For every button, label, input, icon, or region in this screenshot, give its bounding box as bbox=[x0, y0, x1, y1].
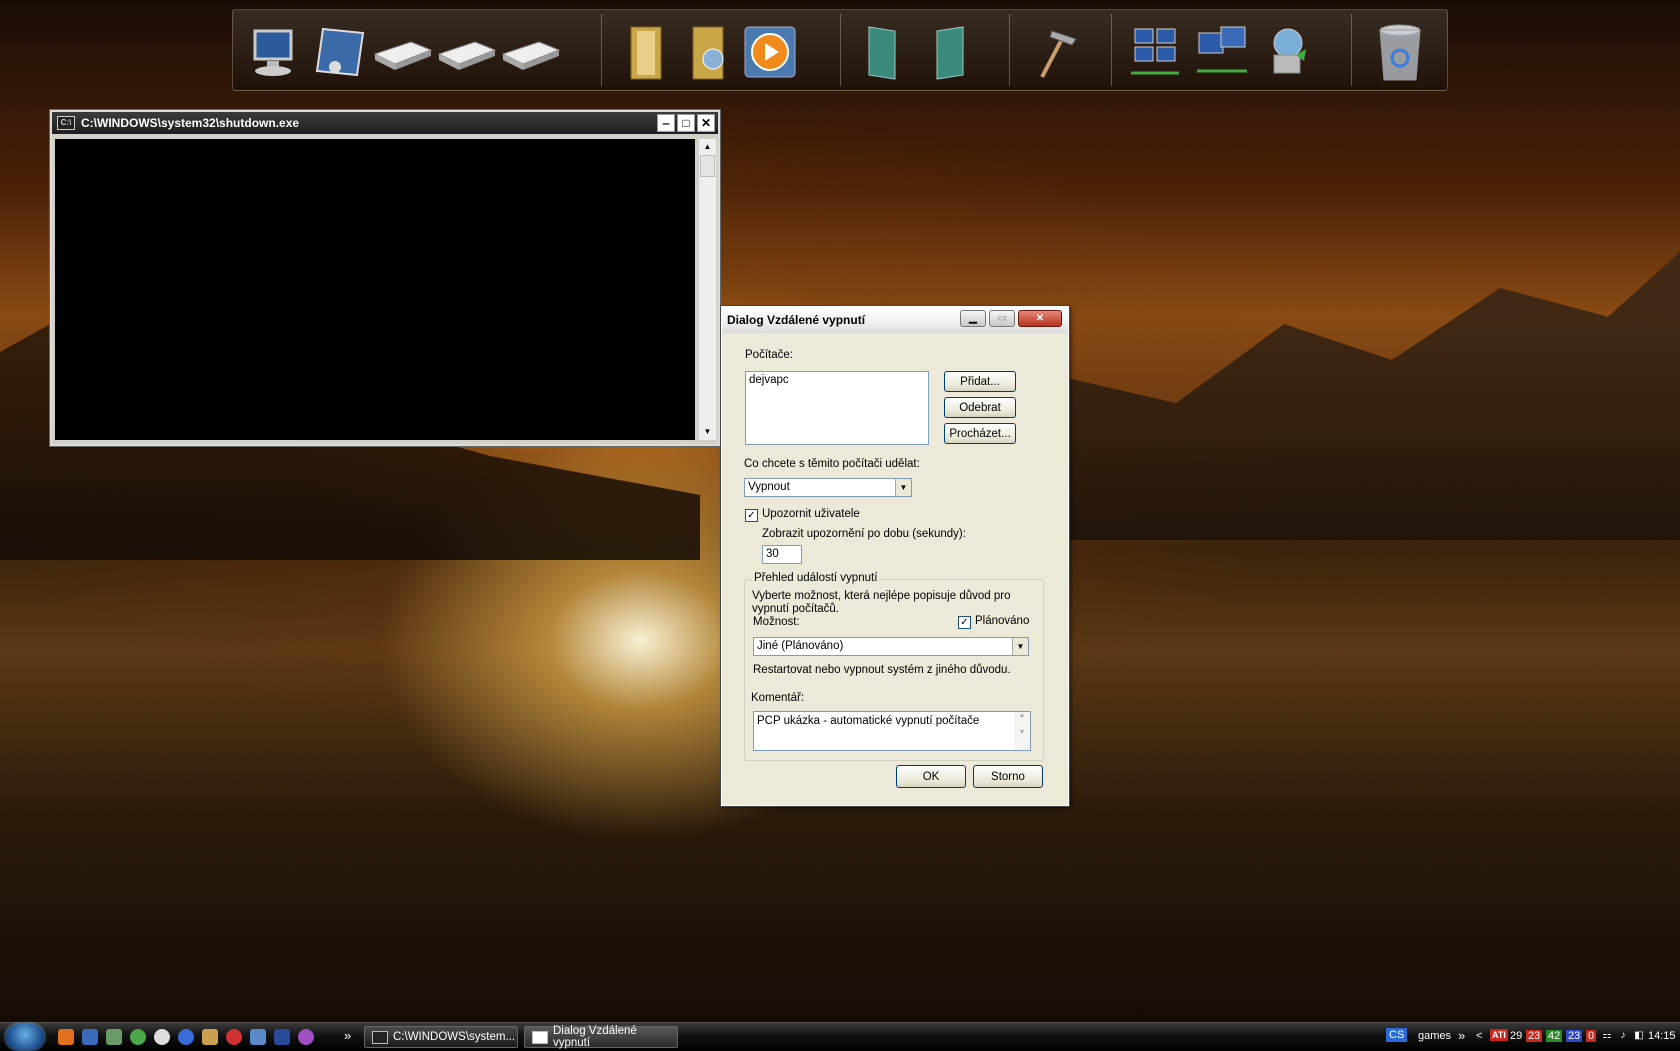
document-icon[interactable] bbox=[82, 1029, 98, 1045]
planned-checkbox[interactable]: ✓ bbox=[958, 616, 971, 629]
console-titlebar[interactable]: C:\ C:\WINDOWS\system32\shutdown.exe ‒ □… bbox=[52, 112, 718, 134]
dialog-maximize-button: ▭ bbox=[989, 310, 1015, 327]
chat-icon[interactable] bbox=[154, 1029, 170, 1045]
dialog-task-icon bbox=[532, 1030, 548, 1044]
documents-folder-icon[interactable] bbox=[615, 20, 677, 84]
warn-users-checkbox[interactable]: ✓ bbox=[745, 509, 758, 522]
control-panel-icon[interactable] bbox=[307, 20, 369, 84]
dock-bar bbox=[232, 9, 1448, 91]
warn-users-label: Upozornit uživatele bbox=[762, 508, 860, 520]
recycle-bin-icon[interactable] bbox=[1369, 20, 1431, 84]
volume-icon[interactable]: ♪ bbox=[1616, 1029, 1630, 1043]
messenger-icon[interactable] bbox=[130, 1029, 146, 1045]
tray-counter[interactable]: 42 bbox=[1546, 1030, 1563, 1042]
ok-button[interactable]: OK bbox=[896, 765, 966, 788]
hammer-tool-icon[interactable] bbox=[1023, 20, 1085, 84]
network-tool-icon[interactable] bbox=[106, 1029, 122, 1045]
music-folder-icon[interactable] bbox=[677, 20, 739, 84]
task-label: Dialog Vzdálené vypnutí bbox=[553, 1025, 637, 1049]
taskbar-button-console[interactable]: C:\WINDOWS\system... bbox=[364, 1026, 518, 1048]
action-select[interactable]: Vypnout ▼ bbox=[744, 478, 912, 497]
toolbar-chevron-icon[interactable]: » bbox=[1458, 1028, 1465, 1043]
tray-counter[interactable]: 29 bbox=[1510, 1030, 1522, 1042]
dialog-close-button[interactable]: ✕ bbox=[1018, 310, 1062, 327]
console-minimize-button[interactable]: ‒ bbox=[657, 114, 675, 132]
action-label: Co chcete s těmito počítači udělat: bbox=[744, 458, 920, 470]
remove-computer-button[interactable]: Odebrat bbox=[944, 397, 1016, 418]
feather-icon[interactable] bbox=[274, 1029, 290, 1045]
book-icon[interactable] bbox=[919, 20, 981, 84]
reason-value: Jiné (Plánováno) bbox=[757, 640, 844, 652]
cancel-button[interactable]: Storno bbox=[973, 765, 1043, 788]
tray-counter[interactable]: 0 bbox=[1586, 1030, 1597, 1042]
scroll-up-arrow-icon[interactable]: ▲ bbox=[699, 139, 716, 155]
language-indicator[interactable]: CS bbox=[1386, 1028, 1408, 1042]
scroll-down-arrow-icon[interactable]: ▼ bbox=[699, 424, 716, 440]
task-label: C:\WINDOWS\system... bbox=[393, 1031, 516, 1043]
option-label: Možnost: bbox=[753, 616, 800, 628]
player-icon[interactable] bbox=[298, 1029, 314, 1045]
tray-misc-icon[interactable]: ◧ bbox=[1632, 1029, 1646, 1043]
console-close-button[interactable]: ✕ bbox=[697, 114, 715, 132]
comment-scrollbar[interactable]: ▲ ▼ bbox=[1014, 712, 1030, 750]
planned-label: Plánováno bbox=[975, 615, 1030, 627]
shutdown-events-legend: Přehled událostí vypnutí bbox=[752, 572, 880, 584]
shutdown-events-group: Přehled událostí vypnutí Vyberte možnost… bbox=[744, 572, 1044, 761]
console-output-area[interactable] bbox=[55, 139, 695, 440]
reason-select[interactable]: Jiné (Plánováno) ▼ bbox=[753, 637, 1029, 656]
network-icon[interactable] bbox=[1123, 20, 1185, 84]
clock[interactable]: 14:15 bbox=[1648, 1030, 1676, 1042]
my-computer-icon[interactable] bbox=[243, 20, 305, 84]
chevron-down-icon[interactable]: ▼ bbox=[1012, 638, 1028, 655]
brush-icon[interactable] bbox=[202, 1029, 218, 1045]
browse-computers-button[interactable]: Procházet... bbox=[944, 423, 1016, 444]
comment-label: Komentář: bbox=[751, 692, 805, 704]
scroll-thumb[interactable] bbox=[700, 155, 715, 177]
drive-icon[interactable] bbox=[371, 20, 433, 84]
network-computers-icon[interactable] bbox=[1191, 20, 1253, 84]
action-value: Vypnout bbox=[748, 481, 790, 493]
remote-shutdown-dialog: Dialog Vzdálené vypnutí ▁ ▭ ✕ Počítače: … bbox=[721, 306, 1069, 806]
dialog-title: Dialog Vzdálené vypnutí bbox=[727, 313, 866, 327]
media-icon[interactable] bbox=[226, 1029, 242, 1045]
ati-icon[interactable]: ATI bbox=[1490, 1029, 1508, 1041]
computers-listbox[interactable]: dejvapc bbox=[745, 371, 929, 445]
drive-icon[interactable] bbox=[435, 20, 497, 84]
taskbar: » C:\WINDOWS\system... Dialog Vzdálené v… bbox=[0, 1022, 1680, 1051]
tray-expand-icon[interactable]: < bbox=[1476, 1030, 1482, 1042]
console-window-icon: C:\ bbox=[57, 116, 75, 130]
reason-description: Restartovat nebo vypnout systém z jiného… bbox=[753, 664, 1011, 676]
console-scrollbar[interactable]: ▲ ▼ bbox=[698, 139, 716, 440]
events-description: Vyberte možnost, která nejlépe popisuje … bbox=[752, 590, 1011, 615]
network-tray-icon[interactable]: ⚏ bbox=[1600, 1029, 1614, 1043]
console-maximize-button[interactable]: □ bbox=[677, 114, 695, 132]
warn-time-label: Zobrazit upozornění po dobu (sekundy): bbox=[762, 528, 966, 540]
console-task-icon bbox=[372, 1030, 388, 1044]
taskbar-button-dialog[interactable]: Dialog Vzdálené vypnutí bbox=[524, 1025, 678, 1049]
add-computer-button[interactable]: Přidat... bbox=[944, 371, 1016, 392]
network-sync-icon[interactable] bbox=[1255, 20, 1317, 84]
chevron-down-icon[interactable]: ▼ bbox=[895, 479, 911, 496]
start-button[interactable] bbox=[6, 1024, 44, 1050]
drive-icon[interactable] bbox=[499, 20, 561, 84]
dialog-titlebar[interactable]: Dialog Vzdálené vypnutí ▁ ▭ ✕ bbox=[722, 307, 1068, 333]
dialog-minimize-button[interactable]: ▁ bbox=[960, 310, 986, 327]
tray-counter[interactable]: 23 bbox=[1526, 1030, 1543, 1042]
book-icon[interactable] bbox=[851, 20, 913, 84]
console-window: C:\ C:\WINDOWS\system32\shutdown.exe ‒ □… bbox=[50, 110, 720, 446]
desktop-icon[interactable] bbox=[250, 1029, 266, 1045]
computer-list-item[interactable]: dejvapc bbox=[746, 372, 928, 388]
console-title: C:\WINDOWS\system32\shutdown.exe bbox=[81, 116, 300, 130]
warn-time-input[interactable]: 30 bbox=[762, 545, 802, 564]
comment-text: PCP ukázka - automatické vypnutí počítač… bbox=[757, 715, 980, 727]
comment-textarea[interactable]: PCP ukázka - automatické vypnutí počítač… bbox=[753, 711, 1031, 751]
toolbar-label[interactable]: games bbox=[1418, 1030, 1451, 1042]
computers-label: Počítače: bbox=[745, 349, 793, 361]
explorer-icon[interactable] bbox=[178, 1029, 194, 1045]
firefox-icon[interactable] bbox=[58, 1029, 74, 1045]
media-player-icon[interactable] bbox=[739, 20, 801, 84]
tray-counter[interactable]: 23 bbox=[1566, 1030, 1583, 1042]
quicklaunch-chevron-icon[interactable]: » bbox=[344, 1028, 351, 1043]
